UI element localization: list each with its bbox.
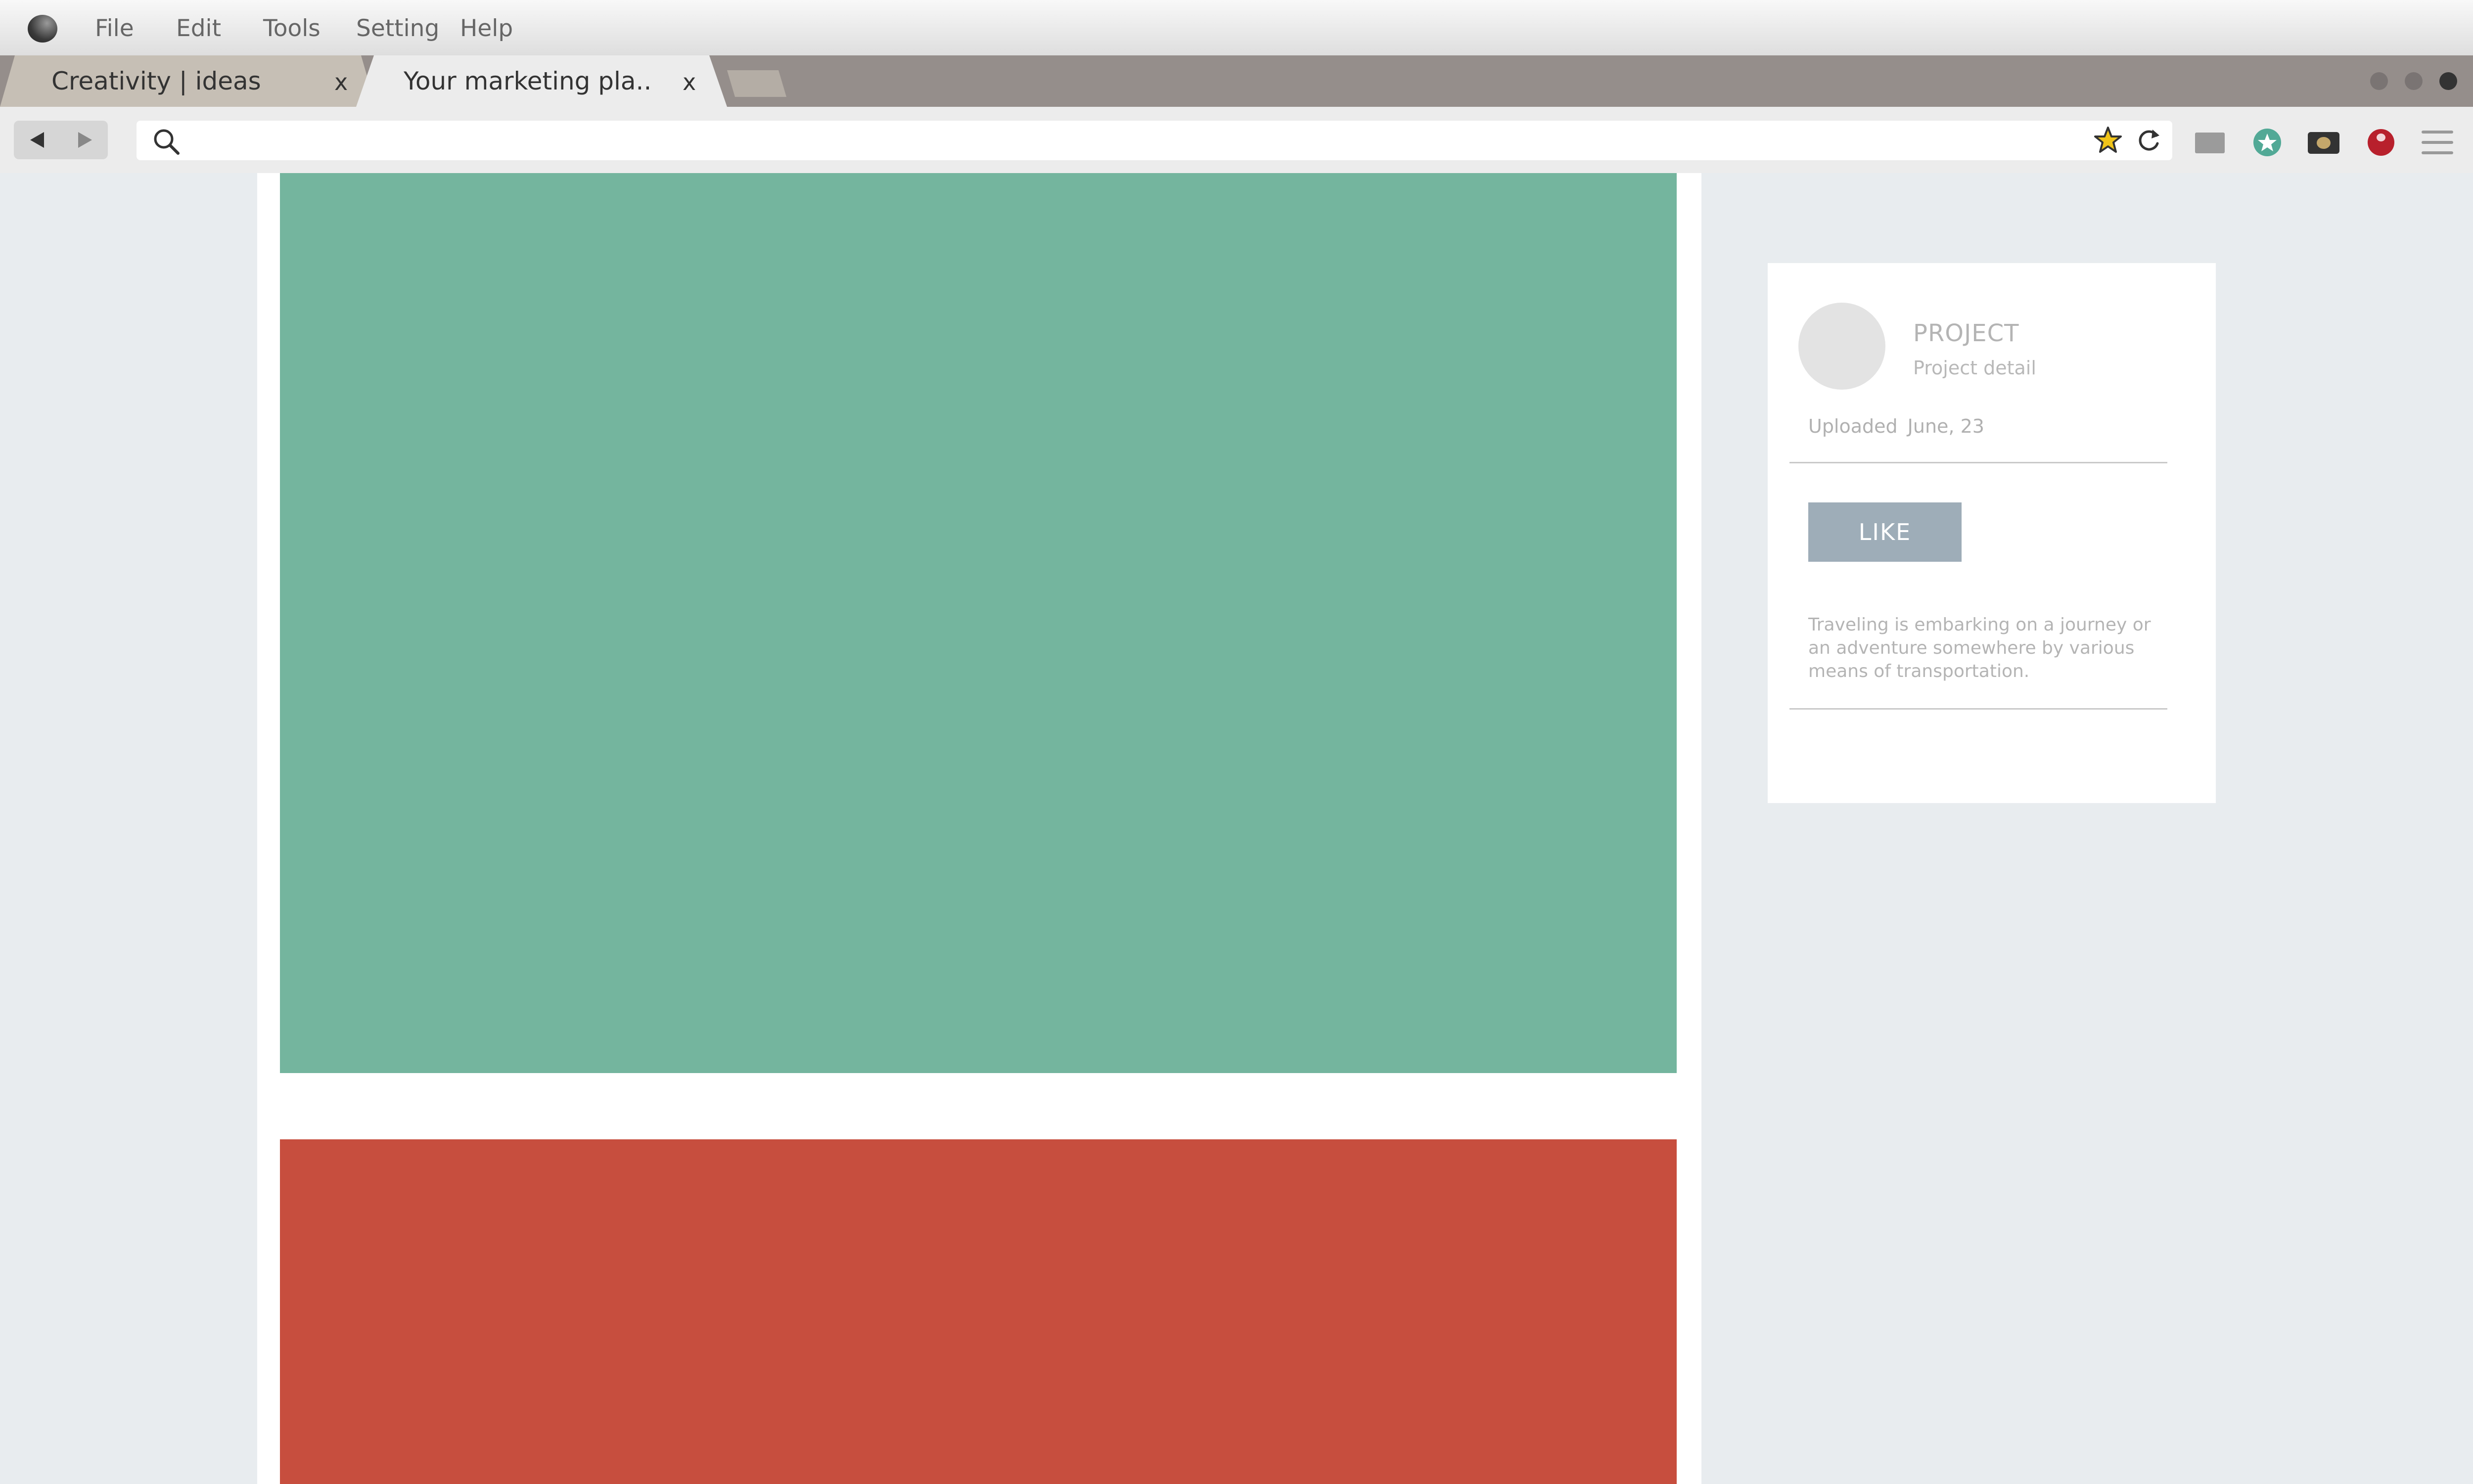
- tab-close-icon[interactable]: x: [683, 67, 696, 97]
- red-circle-icon[interactable]: [2365, 127, 2397, 158]
- uploaded-label: Uploaded: [1808, 415, 1898, 437]
- search-icon: [154, 129, 180, 155]
- new-tab-button[interactable]: [727, 70, 786, 97]
- like-button[interactable]: LIKE: [1808, 502, 1962, 562]
- menu-file[interactable]: File: [95, 14, 134, 44]
- camera-icon[interactable]: [2308, 127, 2339, 158]
- menu-edit[interactable]: Edit: [176, 14, 221, 44]
- media-block-green: [280, 173, 1677, 1073]
- project-detail: Project detail: [1913, 357, 2036, 379]
- star-badge-icon[interactable]: [2251, 127, 2283, 158]
- upload-info: Uploaded June, 23: [1808, 415, 1984, 437]
- card-divider: [1789, 462, 2167, 463]
- project-card: PROJECT Project detail Uploaded June, 23 …: [1768, 263, 2216, 803]
- bookmark-star-icon[interactable]: [2093, 126, 2123, 155]
- tab-bar: Creativity | ideas x Your marketing pla.…: [0, 55, 2473, 107]
- browser-toolbar: [0, 107, 2473, 173]
- back-arrow-icon[interactable]: [14, 121, 61, 159]
- avatar: [1798, 303, 1885, 390]
- app-logo-icon[interactable]: [28, 15, 57, 43]
- address-bar[interactable]: [137, 121, 2172, 160]
- menu-tools[interactable]: Tools: [263, 14, 321, 44]
- close-window-icon[interactable]: [2439, 72, 2457, 90]
- nav-buttons: [14, 121, 108, 159]
- forward-arrow-icon[interactable]: [61, 121, 108, 159]
- hamburger-menu-icon[interactable]: [2422, 127, 2453, 158]
- media-block-red: [280, 1139, 1677, 1484]
- menu-setting[interactable]: Setting: [356, 14, 439, 44]
- maximize-window-icon[interactable]: [2405, 72, 2423, 90]
- menu-help[interactable]: Help: [460, 14, 513, 44]
- menu-bar: File Edit Tools Setting Help: [0, 0, 2473, 55]
- reload-icon[interactable]: [2135, 127, 2162, 154]
- project-description: Traveling is embarking on a journey or a…: [1808, 615, 2151, 681]
- tab-creativity-ideas[interactable]: Creativity | ideas x: [0, 55, 376, 107]
- tab-label: Creativity | ideas: [51, 67, 261, 95]
- uploaded-date: June, 23: [1907, 415, 1984, 437]
- url-input[interactable]: [191, 126, 2072, 156]
- folder-icon[interactable]: [2194, 127, 2226, 158]
- tab-close-icon[interactable]: x: [334, 67, 348, 97]
- project-title: PROJECT: [1913, 319, 2019, 347]
- tab-label: Your marketing pla..: [404, 67, 652, 95]
- card-divider: [1789, 708, 2167, 710]
- minimize-window-icon[interactable]: [2370, 72, 2388, 90]
- tab-marketing-plan[interactable]: Your marketing pla.. x: [356, 55, 727, 107]
- content-column: [257, 173, 1701, 1484]
